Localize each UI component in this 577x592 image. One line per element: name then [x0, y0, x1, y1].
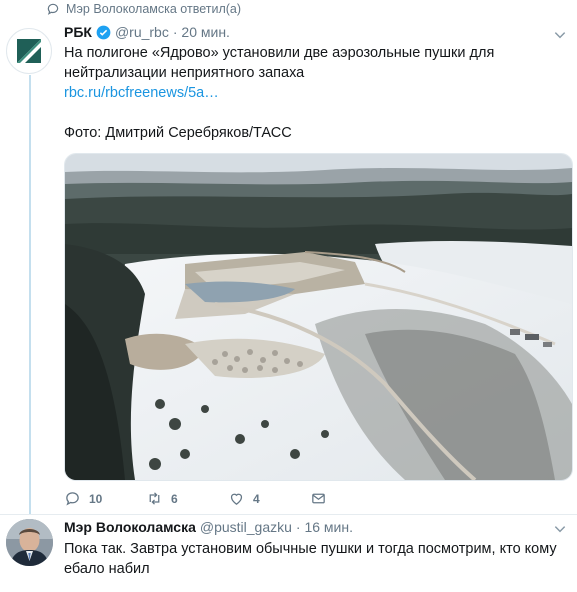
tweet1-author-name[interactable]: РБК	[64, 24, 92, 40]
heart-icon	[230, 493, 243, 505]
tweet1-photo[interactable]	[64, 153, 573, 481]
tweet2-chevron-down-icon[interactable]	[553, 522, 567, 536]
tweet1-photo-credit: Фото: Дмитрий Серебряков/ТАСС	[64, 125, 292, 141]
tweet1-handle[interactable]: @ru_rbc	[115, 24, 169, 40]
avatar-mayor[interactable]	[6, 519, 53, 566]
tweet2-text: Пока так. Завтра установим обычные пушки…	[64, 539, 569, 579]
reply-action[interactable]: 10	[64, 490, 146, 507]
tweet1-actions: 10 6 4	[64, 490, 392, 507]
like-action[interactable]: 4	[228, 490, 310, 507]
tweet2-text-line1: Пока так. Завтра установим обычные пушки…	[64, 541, 557, 557]
thread-connector	[29, 75, 31, 515]
tweet1-text-line2: нейтрализации неприятного запаха	[64, 65, 305, 81]
retweet-icon	[149, 492, 160, 505]
message-action[interactable]	[310, 490, 392, 507]
tweet2-author-name[interactable]: Мэр Волоколамска	[64, 519, 196, 535]
avatar-rbc[interactable]	[6, 28, 52, 74]
tweet2-time[interactable]: · 16 мин.	[296, 519, 353, 535]
tweet1-header: РБК @ru_rbc · 20 мин.	[64, 24, 230, 40]
verified-badge-icon	[96, 25, 111, 39]
reply-context[interactable]: Мэр Волоколамска ответил(а)	[46, 2, 241, 16]
tweet1-text-line1: На полигоне «Ядрово» установили две аэро…	[64, 45, 495, 61]
reply-context-label: Мэр Волоколамска ответил(а)	[66, 2, 242, 16]
tweet1-link[interactable]: rbc.ru/rbcfreenews/5a…	[64, 83, 564, 103]
reply-icon	[47, 3, 59, 15]
retweet-action[interactable]: 6	[146, 490, 228, 507]
envelope-icon	[312, 493, 325, 504]
tweet2-handle[interactable]: @pustil_gazku	[200, 519, 292, 535]
retweet-count: 6	[171, 491, 178, 506]
reply-count: 10	[89, 491, 103, 506]
rbc-logo-icon	[17, 39, 41, 63]
tweet1-chevron-down-icon[interactable]	[553, 28, 567, 42]
tweet1-time[interactable]: · 20 мин.	[173, 24, 230, 40]
tweet2-text-line2: ебало набил	[64, 561, 150, 577]
tweet1-text: На полигоне «Ядрово» установили две аэро…	[64, 43, 564, 143]
reply-icon	[66, 492, 79, 506]
tweet2-header: Мэр Волоколамска @pustil_gazku · 16 мин.	[64, 519, 353, 535]
aerial-landfill-photo	[65, 154, 572, 480]
like-count: 4	[253, 491, 260, 506]
mayor-portrait-icon	[6, 519, 53, 566]
tweet-divider	[0, 514, 577, 515]
